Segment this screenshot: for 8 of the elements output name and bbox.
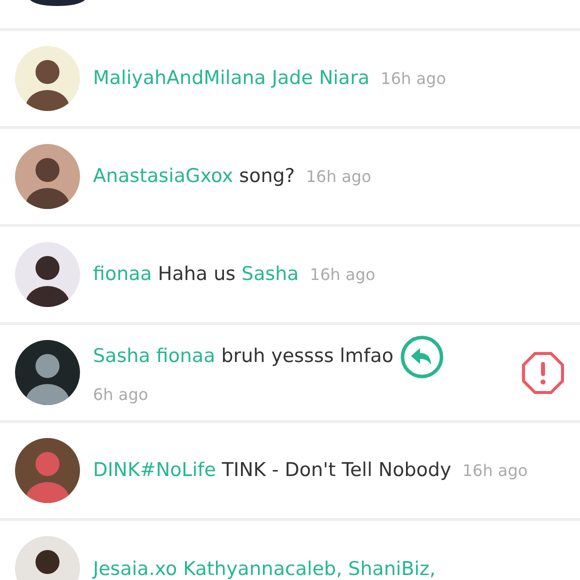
comment-text: Jesaia.xo Kathyannacaleb, ShaniBiz, (93, 556, 437, 580)
report-button[interactable] (521, 350, 565, 394)
comment-text: MaliyahAndMilana Jade Niara 16h ago (93, 66, 447, 91)
comment-text: DINK#NoLife TINK - Don't Tell Nobody 16h ago (93, 458, 529, 483)
comment-text: fionaa Haha us Sasha 16h ago (93, 262, 376, 287)
comment-text: AnastasiaGxox song? 16h ago (93, 164, 372, 189)
reply-button[interactable] (400, 335, 444, 379)
comment-text: Sasha fionaa bruh yessss lmfao 6h ago (93, 335, 508, 410)
